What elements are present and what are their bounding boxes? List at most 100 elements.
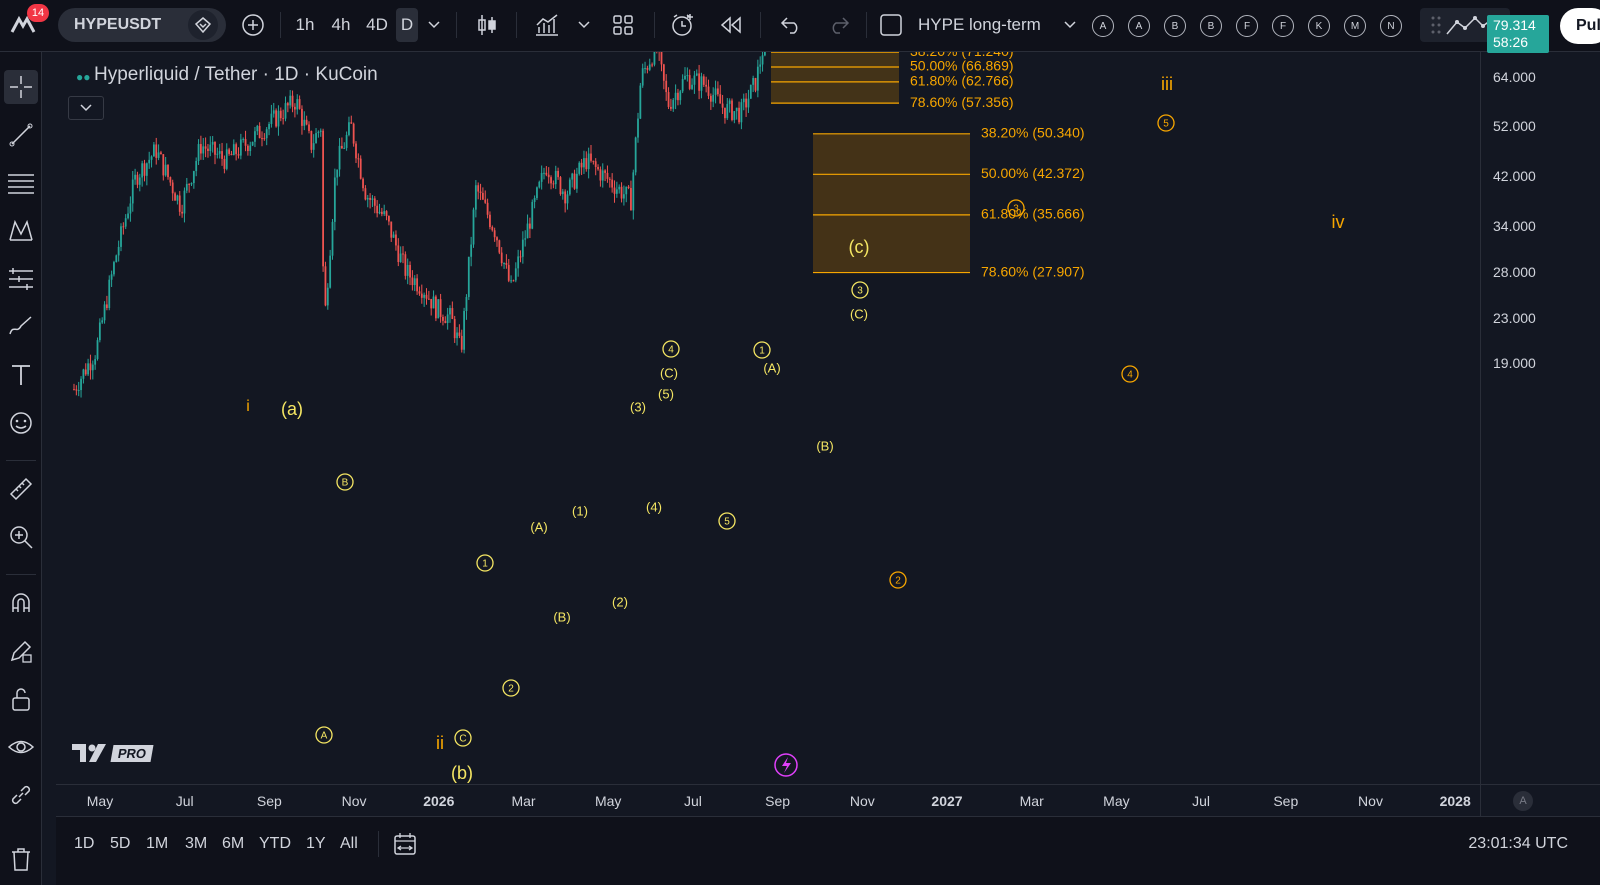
pattern-tool-icon[interactable] (4, 214, 38, 248)
ruler-measure-icon[interactable] (4, 472, 38, 506)
candle-body (545, 172, 548, 175)
link-chain-icon[interactable] (4, 778, 38, 812)
wave-label-circled-orange: 4 (1127, 370, 1133, 381)
candle-body (707, 86, 710, 96)
brush-icon[interactable] (4, 310, 38, 344)
text-tool-icon[interactable] (4, 358, 38, 392)
candle-body (89, 363, 92, 371)
interval-d-button-active[interactable]: D (396, 8, 418, 42)
candle-body (195, 160, 198, 172)
time-tick-label: Jul (683, 793, 702, 809)
drawing-letter-button[interactable]: B (1164, 15, 1186, 37)
trash-icon[interactable] (4, 842, 38, 876)
layout-dropdown-chevron-icon[interactable] (1060, 8, 1080, 42)
wave-label-yellow: (A) (530, 519, 547, 534)
candle-body (702, 76, 705, 85)
range-5d-button[interactable]: 5D (110, 835, 130, 853)
emoji-icon[interactable] (4, 406, 38, 440)
drawing-letter-button[interactable]: N (1380, 15, 1402, 37)
candle-body (512, 280, 515, 282)
last-price-label: 79.314 58:26 (1487, 14, 1549, 53)
go-to-date-calendar-icon[interactable] (392, 831, 418, 862)
drawing-letter-button[interactable]: B (1200, 15, 1222, 37)
wave-label-yellow: (2) (612, 594, 628, 609)
candle-body (395, 234, 397, 246)
replay-rewind-icon[interactable] (714, 8, 748, 42)
drawing-letter-button[interactable]: M (1344, 15, 1366, 37)
range-ytd-button[interactable]: YTD (259, 835, 291, 853)
alert-clock-icon[interactable] (666, 8, 700, 42)
candles-chart-type-icon[interactable] (470, 8, 504, 42)
indicators-icon[interactable] (530, 8, 564, 42)
fullscreen-square-icon[interactable] (876, 8, 906, 42)
auto-scale-button[interactable]: A (1513, 791, 1533, 811)
range-3m-button[interactable]: 3M (185, 835, 207, 853)
candle-body (578, 162, 581, 174)
layout-name-button[interactable]: HYPE long-term (918, 8, 1058, 42)
candle-body (106, 304, 108, 309)
candle-body (460, 335, 463, 350)
wave-label-yellow: (1) (572, 503, 588, 518)
candle-body (265, 129, 268, 139)
candle-body (449, 308, 451, 315)
candle-body (470, 244, 473, 257)
crosshair-icon[interactable] (4, 70, 38, 104)
candle-body (113, 262, 115, 275)
undo-icon[interactable] (774, 8, 808, 42)
utc-clock[interactable]: 23:01:34 UTC (1468, 835, 1568, 853)
drawing-letter-button[interactable]: K (1308, 15, 1330, 37)
range-all-button[interactable]: All (340, 835, 358, 853)
interval-4d-button[interactable]: 4D (360, 8, 394, 42)
candle-body (103, 304, 106, 321)
layout-grid-icon[interactable] (606, 8, 640, 42)
drawing-letter-button[interactable]: A (1092, 15, 1114, 37)
zoom-in-icon[interactable] (4, 520, 38, 554)
legend-collapse-chevron-icon[interactable] (68, 96, 104, 120)
candle-body (585, 158, 588, 170)
drawing-letter-button[interactable]: A (1128, 15, 1150, 37)
chart-pane[interactable]: 138.00% (261.125)123.60% (200.251)100.00… (56, 52, 1480, 784)
lock-drawings-icon[interactable] (4, 682, 38, 716)
notification-badge[interactable]: 14 (27, 4, 49, 22)
drawing-mode-lock-pencil-icon[interactable] (4, 634, 38, 668)
publish-button[interactable]: Pul (1560, 8, 1600, 44)
fib-tool-icon[interactable] (4, 262, 38, 296)
candle-body (129, 203, 132, 214)
interval-dropdown-chevron-icon[interactable] (424, 8, 444, 42)
add-symbol-plus-icon[interactable] (236, 8, 270, 42)
candle-body (693, 75, 696, 85)
magnet-icon[interactable] (4, 586, 38, 620)
interval-4h-button[interactable]: 4h (324, 8, 358, 42)
candle-body (552, 183, 555, 185)
range-1m-button[interactable]: 1M (146, 835, 168, 853)
trend-line-icon[interactable] (4, 118, 38, 152)
symbol-search-button[interactable]: HYPEUSDT (58, 8, 226, 42)
candle-body (630, 187, 632, 211)
candle-body (484, 199, 487, 203)
range-1y-button[interactable]: 1Y (306, 835, 326, 853)
range-1d-button[interactable]: 1D (74, 835, 94, 853)
compare-diamond-icon[interactable] (188, 10, 218, 40)
candle-body (446, 314, 449, 324)
candle-body (444, 320, 447, 324)
candle-body (388, 215, 390, 222)
candle-body (526, 223, 529, 239)
range-6m-button[interactable]: 6M (222, 835, 244, 853)
redo-icon[interactable] (822, 8, 856, 42)
candle-body (568, 179, 571, 195)
drawing-letter-button[interactable]: F (1236, 15, 1258, 37)
time-axis[interactable]: May Jul Sep Nov 2026 Mar May Jul Sep Nov 2027 Mar Ma… (56, 784, 1480, 816)
candle-body (317, 131, 320, 134)
hide-drawings-eye-icon[interactable] (4, 730, 38, 764)
candle-body (244, 139, 247, 146)
candle-body (427, 298, 430, 300)
candle-body (606, 172, 609, 179)
interval-1h-button[interactable]: 1h (290, 8, 320, 42)
drawing-letter-button[interactable]: F (1272, 15, 1294, 37)
horizontal-lines-icon[interactable] (4, 166, 38, 200)
price-axis[interactable]: 300.000240.000200.000160.000130.000100.0… (1480, 14, 1600, 784)
candle-body (305, 119, 308, 125)
price-chart-canvas[interactable]: 138.00% (261.125)123.60% (200.251)100.00… (56, 52, 1480, 784)
indicators-dropdown-chevron-icon[interactable] (574, 8, 594, 42)
candle-body (110, 274, 113, 280)
